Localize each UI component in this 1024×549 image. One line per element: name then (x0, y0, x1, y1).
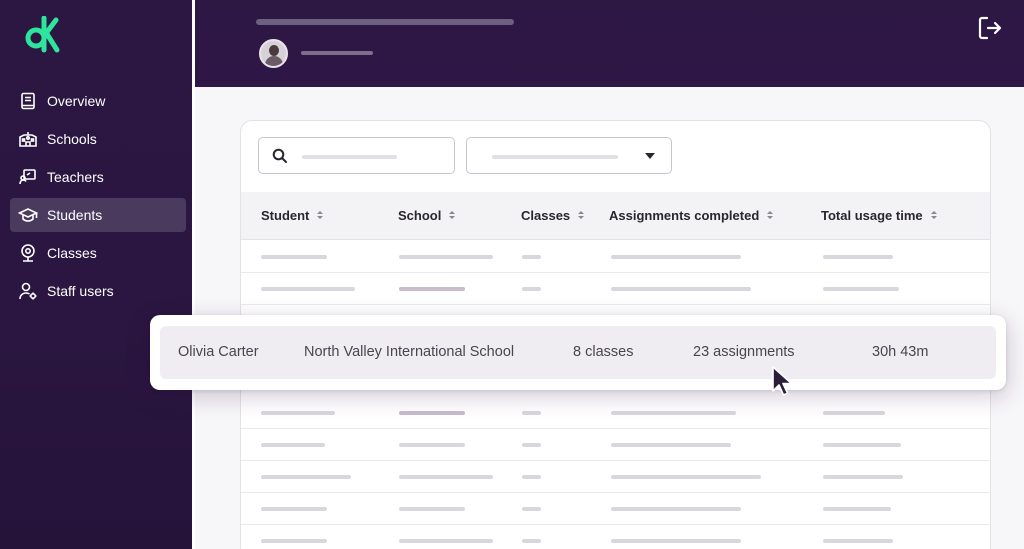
teacher-board-icon (18, 167, 38, 187)
sort-icon (317, 211, 324, 220)
search-input[interactable] (258, 137, 455, 174)
search-icon (272, 148, 287, 163)
cell-placeholder (399, 539, 493, 543)
cell-placeholder (823, 475, 903, 479)
cell-placeholder (399, 443, 465, 447)
cell-placeholder (611, 255, 741, 259)
cell-placeholder (261, 411, 335, 415)
column-label: School (398, 208, 442, 223)
book-icon (18, 91, 38, 111)
logout-icon[interactable] (977, 15, 1003, 41)
cell-placeholder (611, 475, 761, 479)
table-row[interactable] (241, 429, 990, 461)
sidebar-item-label: Overview (47, 93, 106, 109)
table-row[interactable] (241, 273, 990, 305)
column-header-usage-time[interactable]: Total usage time (821, 208, 937, 223)
sidebar: Overview Schools Teachers Students Class… (0, 0, 192, 549)
school-building-icon (18, 129, 38, 149)
column-header-school[interactable]: School (398, 208, 456, 223)
sidebar-item-label: Schools (47, 131, 97, 147)
cell-placeholder (611, 443, 731, 447)
cell-placeholder (399, 255, 493, 259)
sidebar-item-teachers[interactable]: Teachers (10, 160, 186, 194)
cell-student-name: Olivia Carter (178, 344, 259, 360)
cell-placeholder (823, 443, 901, 447)
cell-placeholder (261, 287, 355, 291)
cell-placeholder (261, 255, 327, 259)
user-name-placeholder (301, 51, 373, 55)
table-row[interactable] (241, 493, 990, 525)
column-label: Classes (521, 208, 571, 223)
cell-placeholder (522, 443, 541, 447)
chevron-down-icon (645, 153, 655, 159)
user-gear-icon (18, 281, 38, 301)
graduation-cap-icon (18, 205, 38, 225)
cell-placeholder (611, 507, 741, 511)
cell-school-name: North Valley International School (304, 344, 515, 360)
highlighted-student-row: Olivia Carter North Valley International… (150, 315, 1006, 390)
cell-placeholder (611, 411, 736, 415)
cell-placeholder (522, 507, 541, 511)
column-header-classes[interactable]: Classes (521, 208, 585, 223)
table-row[interactable] (241, 525, 990, 549)
cell-placeholder (823, 411, 885, 415)
cell-placeholder (261, 475, 351, 479)
cell-placeholder (823, 287, 899, 291)
cell-classes-count: 8 classes (573, 344, 634, 360)
column-header-student[interactable]: Student (261, 208, 324, 223)
filter-select[interactable] (466, 137, 672, 174)
table-row-highlighted[interactable]: Olivia Carter North Valley International… (160, 326, 996, 379)
table-row[interactable] (241, 461, 990, 493)
column-header-assignments[interactable]: Assignments completed (609, 208, 774, 223)
sort-icon (449, 211, 456, 220)
cell-placeholder (522, 287, 541, 291)
cell-placeholder (522, 475, 541, 479)
sidebar-item-overview[interactable]: Overview (10, 84, 186, 118)
cell-usage-time: 30h 43m (872, 344, 929, 360)
sort-icon (767, 211, 774, 220)
sidebar-item-label: Classes (47, 245, 97, 261)
table-row[interactable] (241, 397, 990, 429)
sidebar-item-label: Students (47, 207, 103, 223)
cell-placeholder (611, 287, 751, 291)
cell-placeholder (399, 475, 493, 479)
search-placeholder (302, 155, 397, 159)
table-row[interactable] (241, 241, 990, 273)
avatar[interactable] (259, 39, 288, 68)
column-label: Assignments completed (609, 208, 760, 223)
top-header (195, 0, 1024, 87)
brand-logo (25, 16, 60, 53)
cell-placeholder (823, 255, 893, 259)
webcam-icon (18, 243, 38, 263)
header-title-placeholder (256, 19, 514, 25)
cell-placeholder (399, 507, 465, 511)
cell-placeholder (522, 539, 541, 543)
sidebar-nav: Overview Schools Teachers Students Class… (10, 84, 186, 312)
cell-placeholder (823, 507, 891, 511)
cell-placeholder (261, 539, 327, 543)
column-label: Total usage time (821, 208, 923, 223)
cell-placeholder (522, 411, 541, 415)
sidebar-item-students[interactable]: Students (10, 198, 186, 232)
cell-placeholder (399, 287, 465, 291)
cell-placeholder (823, 539, 893, 543)
sidebar-item-staff-users[interactable]: Staff users (10, 274, 186, 308)
sort-icon (578, 211, 585, 220)
sidebar-item-classes[interactable]: Classes (10, 236, 186, 270)
cell-placeholder (522, 255, 541, 259)
sidebar-item-label: Staff users (47, 283, 114, 299)
avatar-body (265, 56, 283, 66)
cell-placeholder (611, 539, 741, 543)
select-placeholder (492, 155, 618, 159)
avatar-head (269, 45, 279, 56)
sidebar-item-schools[interactable]: Schools (10, 122, 186, 156)
cell-assignments-count: 23 assignments (693, 344, 795, 360)
cell-placeholder (261, 507, 327, 511)
cell-placeholder (261, 443, 325, 447)
table-header: Student School Classes Assignments compl… (241, 192, 990, 240)
column-label: Student (261, 208, 310, 223)
sidebar-item-label: Teachers (47, 169, 104, 185)
sort-icon (930, 211, 937, 220)
cell-placeholder (399, 411, 465, 415)
